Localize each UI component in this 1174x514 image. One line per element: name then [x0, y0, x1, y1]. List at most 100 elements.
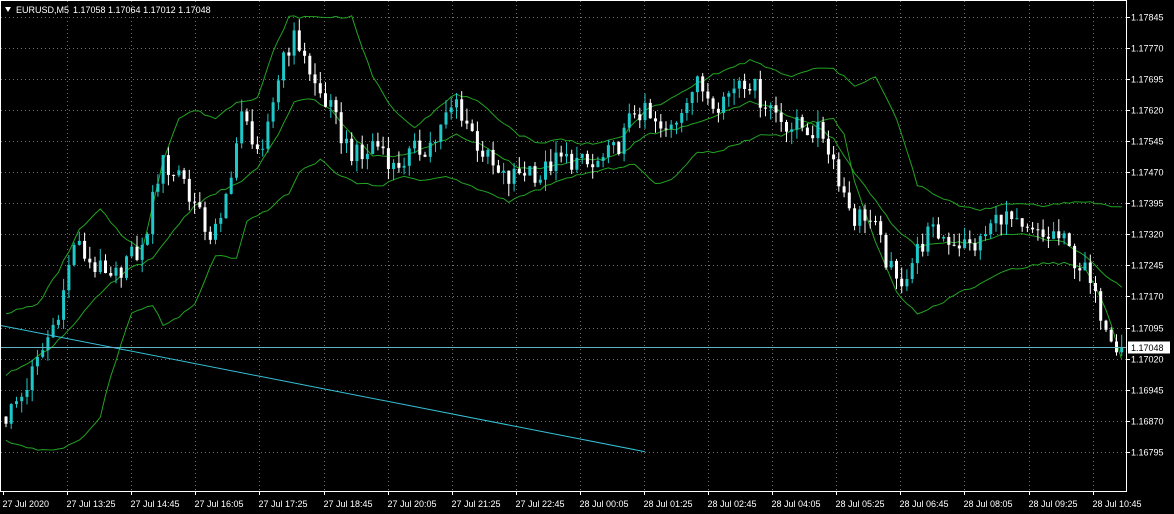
candle-body	[774, 105, 778, 113]
candle-body	[523, 173, 527, 176]
candle-body	[166, 155, 170, 175]
x-tick-label: 28 Jul 00:05	[580, 499, 629, 509]
candle-body	[853, 208, 857, 226]
candle-body	[187, 178, 191, 202]
candle-body	[402, 165, 406, 168]
candle-body	[549, 161, 553, 171]
candle-body	[261, 148, 265, 150]
candle-body	[764, 107, 767, 109]
candle-body	[779, 112, 783, 122]
candle-body	[355, 144, 359, 162]
candle-body	[816, 122, 820, 139]
candle-body	[596, 160, 600, 168]
candle-body	[695, 76, 699, 93]
candle-body	[214, 223, 217, 240]
candle-body	[638, 114, 642, 121]
candle-body	[381, 146, 385, 149]
candle-body	[1078, 268, 1082, 271]
candle-body	[957, 245, 961, 249]
candle-body	[832, 154, 836, 160]
candle-body	[240, 111, 244, 144]
candle-body	[821, 122, 825, 139]
candle-body	[392, 162, 396, 169]
candle-body	[119, 267, 123, 278]
candle-body	[727, 93, 731, 97]
candle-body	[606, 145, 610, 158]
candle-body	[533, 166, 537, 183]
current-price-label: 1.17048	[1131, 343, 1164, 353]
candle-body	[1005, 211, 1008, 225]
candle-body	[313, 74, 317, 84]
candle-body	[559, 152, 563, 157]
candle-body	[921, 243, 925, 252]
candle-body	[565, 153, 568, 157]
candle-body	[376, 141, 380, 147]
candle-body	[711, 98, 715, 109]
candle-body	[585, 153, 589, 165]
candle-body	[1073, 245, 1077, 269]
candle-body	[1041, 229, 1045, 237]
candle-body	[486, 149, 490, 157]
candle-body	[601, 157, 605, 161]
candle-body	[785, 122, 788, 132]
candle-body	[570, 153, 574, 170]
candle-body	[140, 244, 144, 260]
x-tick-label: 27 Jul 16:05	[195, 499, 244, 509]
candle-body	[449, 107, 453, 113]
x-tick-label: 28 Jul 01:25	[644, 499, 693, 509]
candle-body	[1031, 227, 1035, 230]
candle-body	[350, 138, 354, 161]
y-tick-label: 1.17620	[1131, 106, 1164, 116]
candle-body	[255, 144, 259, 149]
candle-body	[303, 50, 307, 56]
candle-body	[235, 143, 238, 178]
candle-body	[20, 396, 24, 402]
candle-body	[879, 221, 883, 235]
x-tick-label: 27 Jul 18:45	[324, 499, 373, 509]
candle-body	[292, 30, 296, 56]
candle-body	[481, 150, 485, 157]
y-tick-label: 1.17170	[1131, 292, 1164, 302]
candle-body	[1094, 283, 1097, 292]
candle-body	[297, 30, 301, 51]
candle-body	[125, 256, 128, 278]
candle-body	[109, 273, 113, 276]
candle-body	[905, 279, 909, 287]
candle-body	[884, 234, 888, 268]
candle-body	[722, 96, 726, 113]
candle-body	[968, 239, 972, 244]
candle-body	[517, 168, 521, 174]
candle-body	[1010, 211, 1014, 219]
y-tick-label: 1.17095	[1131, 324, 1164, 334]
y-tick-label: 1.17470	[1131, 168, 1164, 178]
candle-body	[790, 129, 794, 132]
candle-body	[659, 121, 663, 129]
candle-body	[30, 366, 34, 390]
candle-body	[648, 102, 652, 119]
candle-body	[889, 260, 893, 268]
candle-body	[177, 170, 181, 176]
candle-body	[46, 337, 50, 351]
candle-body	[1099, 291, 1103, 321]
candle-body	[915, 243, 919, 264]
candle-body	[690, 92, 694, 103]
candle-body	[444, 112, 448, 125]
x-tick-label: 27 Jul 17:25	[259, 499, 308, 509]
price-chart[interactable]: 1.17048 1.178451.177701.176951.176201.17…	[0, 0, 1174, 514]
candle-body	[554, 152, 558, 171]
candle-body	[544, 161, 547, 180]
candle-body	[842, 186, 846, 193]
candle-body	[198, 202, 202, 208]
y-tick-label: 1.16870	[1131, 417, 1164, 427]
x-tick-label: 28 Jul 05:25	[836, 499, 885, 509]
candle-body	[669, 124, 673, 130]
candle-body	[795, 117, 799, 130]
candle-body	[266, 121, 270, 149]
candle-body	[360, 144, 364, 160]
candle-body	[4, 416, 8, 424]
candle-body	[203, 207, 207, 232]
candle-body	[496, 165, 500, 173]
candle-body	[900, 278, 904, 287]
candle-body	[769, 105, 773, 109]
x-tick-label: 28 Jul 09:25	[1029, 499, 1078, 509]
